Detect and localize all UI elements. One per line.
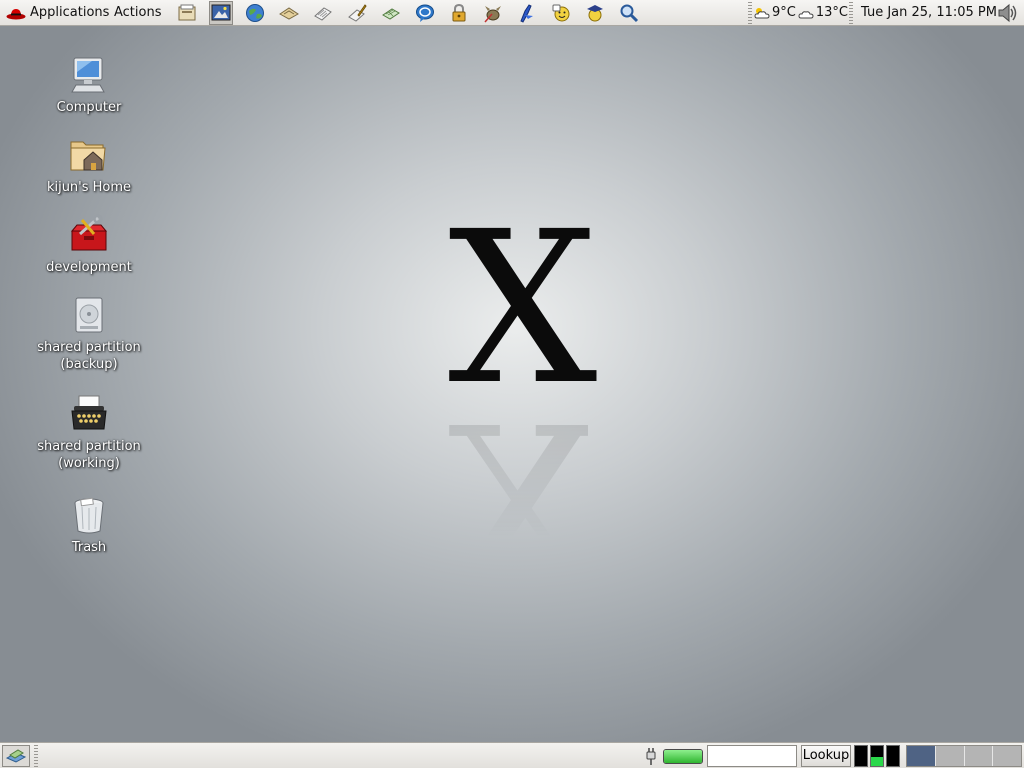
screenshot-icon [211,4,231,21]
show-desktop-icon [6,749,26,763]
desktop-icon-shared-backup[interactable]: shared partition (backup) [34,294,144,373]
desktop-icon-label: kijun's Home [46,180,132,195]
launcher-chat[interactable] [408,1,442,25]
desktop-icon-computer[interactable]: Computer [34,54,144,116]
actions-menu[interactable]: Actions [114,4,162,22]
desktop-icon-label: Computer [56,100,122,115]
wallpaper-logo-reflection: X [448,375,598,620]
network-graph [886,745,900,767]
graduation-icon [587,5,603,22]
top-panel: Applications Actions 9°C 13°C Tue Jan 25… [0,0,1024,26]
system-monitor[interactable] [854,745,904,767]
redhat-icon [6,9,26,20]
gimp-icon [484,6,501,23]
launcher-email[interactable] [272,1,306,25]
memory-graph [870,745,884,767]
cloudy-icon [798,11,814,19]
applications-menu-label: Applications [30,5,110,20]
desktop-icon-label: shared partition (backup) [37,340,141,372]
messenger-icon [552,4,570,22]
desktop-icon-development[interactable]: development [34,214,144,276]
wallpaper-logo: X [448,186,598,431]
lookup-button[interactable]: Lookup [801,745,851,767]
launcher-lock[interactable] [442,1,476,25]
launcher-gimp[interactable] [476,1,510,25]
hard-drive-icon [75,297,103,333]
workspace-3[interactable] [964,746,994,766]
computer-icon [71,57,105,93]
launcher-web-browser[interactable] [238,1,272,25]
desktop-icon-label: development [46,260,132,275]
email-icon [279,7,299,20]
draw-icon [348,4,367,22]
desktop-icon-label: shared partition (working) [37,439,141,471]
volume-icon[interactable] [996,2,1020,24]
file-manager-icon [178,4,196,21]
applications-menu[interactable]: Applications [6,4,109,22]
desktop-icon-label: Trash [71,540,107,555]
workspace-1[interactable] [907,746,936,766]
launcher-draw[interactable] [340,1,374,25]
battery-meter[interactable] [663,749,703,764]
launcher-file-manager[interactable] [170,1,204,25]
weather-temp-current: 9°C [772,5,796,20]
trash-icon [74,497,104,534]
desktop-icon-trash[interactable]: Trash [34,494,144,556]
bottom-panel: Lookup [0,742,1024,768]
desktop-icon-home[interactable]: kijun's Home [34,134,144,196]
writer-icon [314,7,332,21]
pen-icon [520,4,533,23]
home-folder-icon [70,141,106,171]
search-icon [620,4,639,23]
launcher-search[interactable] [612,1,646,25]
panel-separator [748,2,752,24]
launcher-bar [170,1,646,25]
dictionary-input[interactable] [707,745,797,767]
chat-icon [416,4,434,22]
weather-temp-forecast: 13°C [815,5,848,20]
launcher-spreadsheet[interactable] [374,1,408,25]
web-browser-icon [246,4,264,22]
toolbox-icon [70,214,108,251]
launcher-messenger[interactable] [544,1,578,25]
weather-applet[interactable]: 9°C 13°C [754,4,848,22]
battery-fill [664,750,702,763]
cpu-graph [854,745,868,767]
power-plug-icon [646,748,656,765]
launcher-writer[interactable] [306,1,340,25]
workspace-switcher[interactable] [906,745,1022,767]
clock[interactable]: Tue Jan 25, 11:05 PM [861,4,997,22]
desktop[interactable]: X X Computer kijun's Home development sh… [0,26,1024,742]
workspace-4[interactable] [993,746,1021,766]
show-desktop-button[interactable] [2,745,30,767]
launcher-graduation[interactable] [578,1,612,25]
launcher-pen[interactable] [510,1,544,25]
workspace-2[interactable] [935,746,965,766]
lock-icon [452,3,466,22]
panel-handle[interactable] [34,745,38,767]
cloudy-icon [754,8,770,19]
spreadsheet-icon [382,8,400,20]
launcher-screenshot[interactable] [209,1,233,25]
desktop-icon-shared-working[interactable]: shared partition (working) [34,393,144,472]
panel-separator [849,2,853,24]
typewriter-icon [71,395,107,430]
